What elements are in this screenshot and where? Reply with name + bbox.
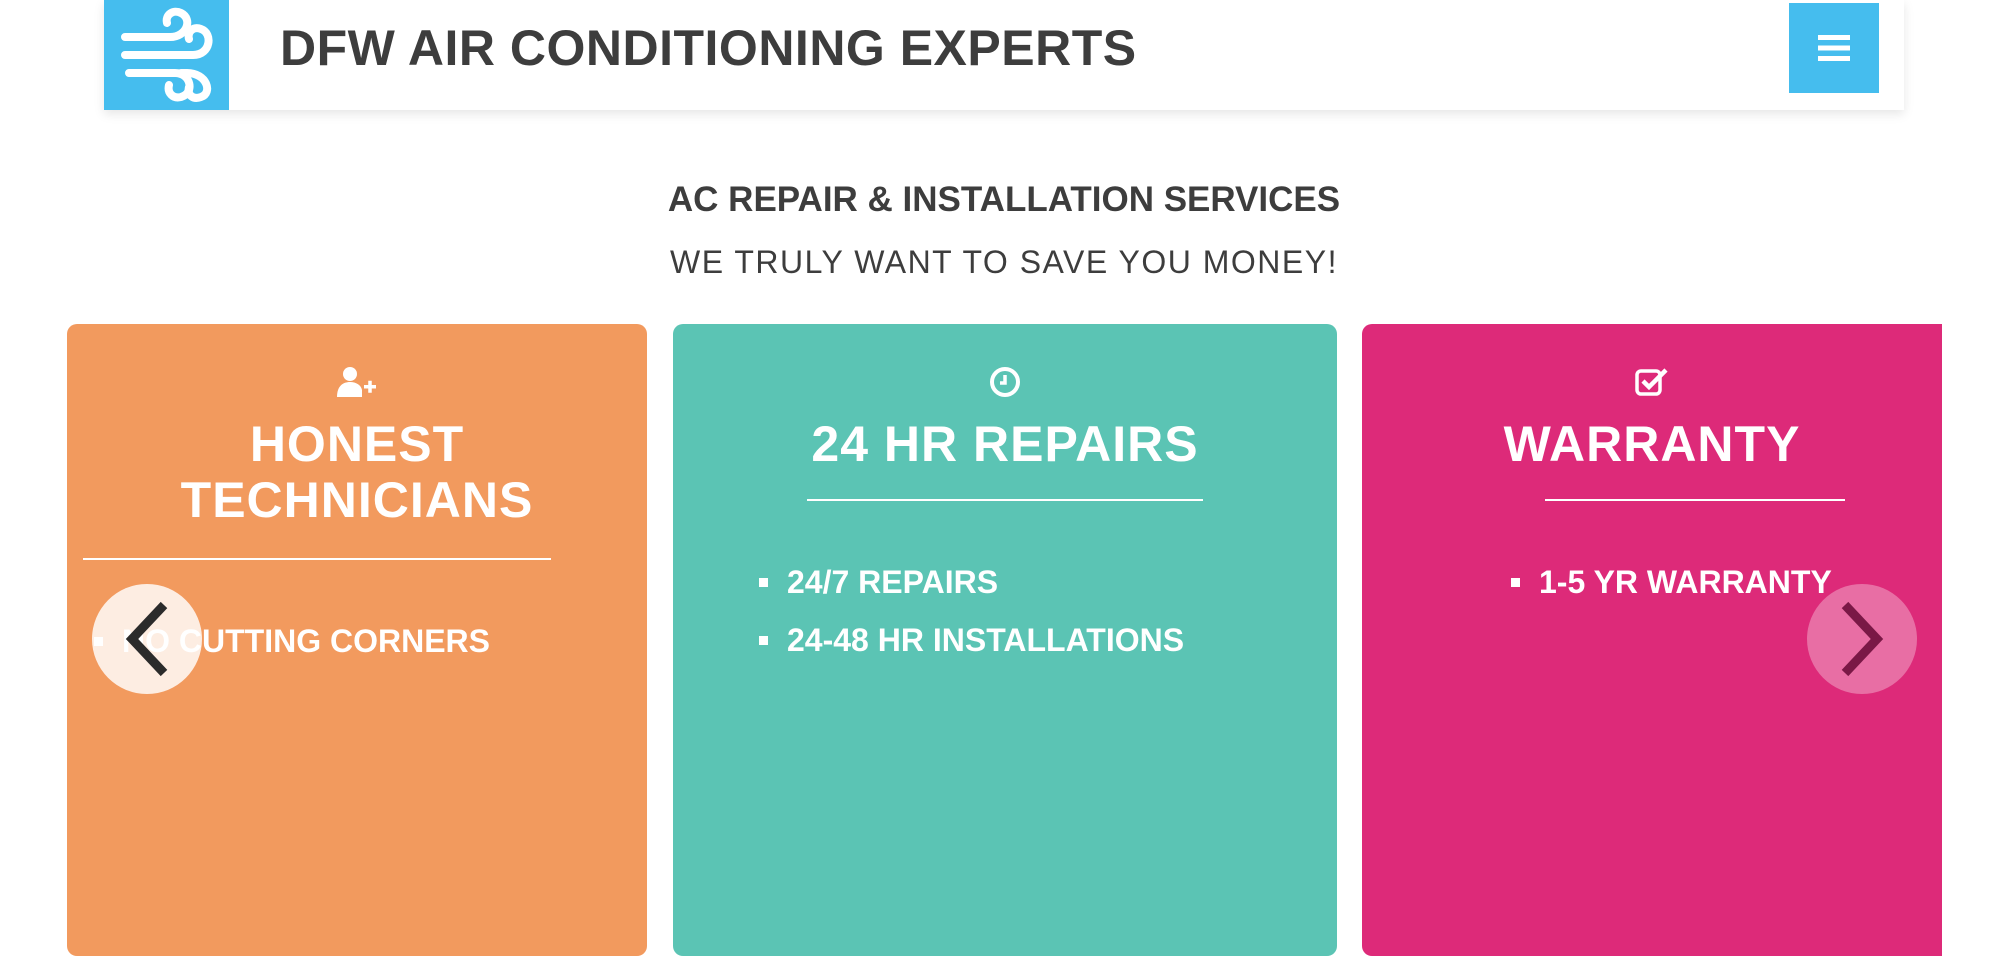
list-item: 24/7 REPAIRS [759, 553, 1184, 611]
site-logo[interactable] [104, 0, 229, 110]
site-header: DFW AIR CONDITIONING EXPERTS [104, 0, 1904, 110]
menu-button[interactable] [1789, 3, 1879, 93]
card-divider [83, 558, 551, 560]
card-feature-list: 1-5 YR WARRANTY [1511, 553, 1832, 611]
list-item: 1-5 YR WARRANTY [1511, 553, 1832, 611]
check-square-icon [1635, 368, 1668, 396]
user-plus-icon [337, 367, 376, 397]
card-title: 24 HR REPAIRS [811, 416, 1199, 472]
card-divider [807, 499, 1203, 501]
section-heading: AC REPAIR & INSTALLATION SERVICES [667, 180, 1341, 219]
carousel-next-button[interactable] [1807, 584, 1917, 694]
hamburger-menu-icon [1818, 35, 1850, 61]
chevron-left-icon [125, 601, 168, 677]
chevron-right-icon [1841, 601, 1884, 677]
site-title[interactable]: DFW AIR CONDITIONING EXPERTS [280, 0, 1137, 96]
card-feature-list: 24/7 REPAIRS 24-48 HR INSTALLATIONS [759, 553, 1184, 669]
clock-icon [990, 367, 1020, 397]
wind-icon [120, 7, 212, 102]
section-subheading: WE TRULY WANT TO SAVE YOU MONEY! [670, 244, 1338, 280]
carousel-prev-button[interactable] [92, 584, 202, 694]
card-divider [1545, 499, 1845, 501]
list-item: 24-48 HR INSTALLATIONS [759, 611, 1184, 669]
service-card-24hr-repairs: 24 HR REPAIRS 24/7 REPAIRS 24-48 HR INST… [673, 324, 1337, 956]
card-title: WARRANTY [1503, 416, 1801, 472]
card-title: HONEST TECHNICIANS [180, 416, 534, 528]
